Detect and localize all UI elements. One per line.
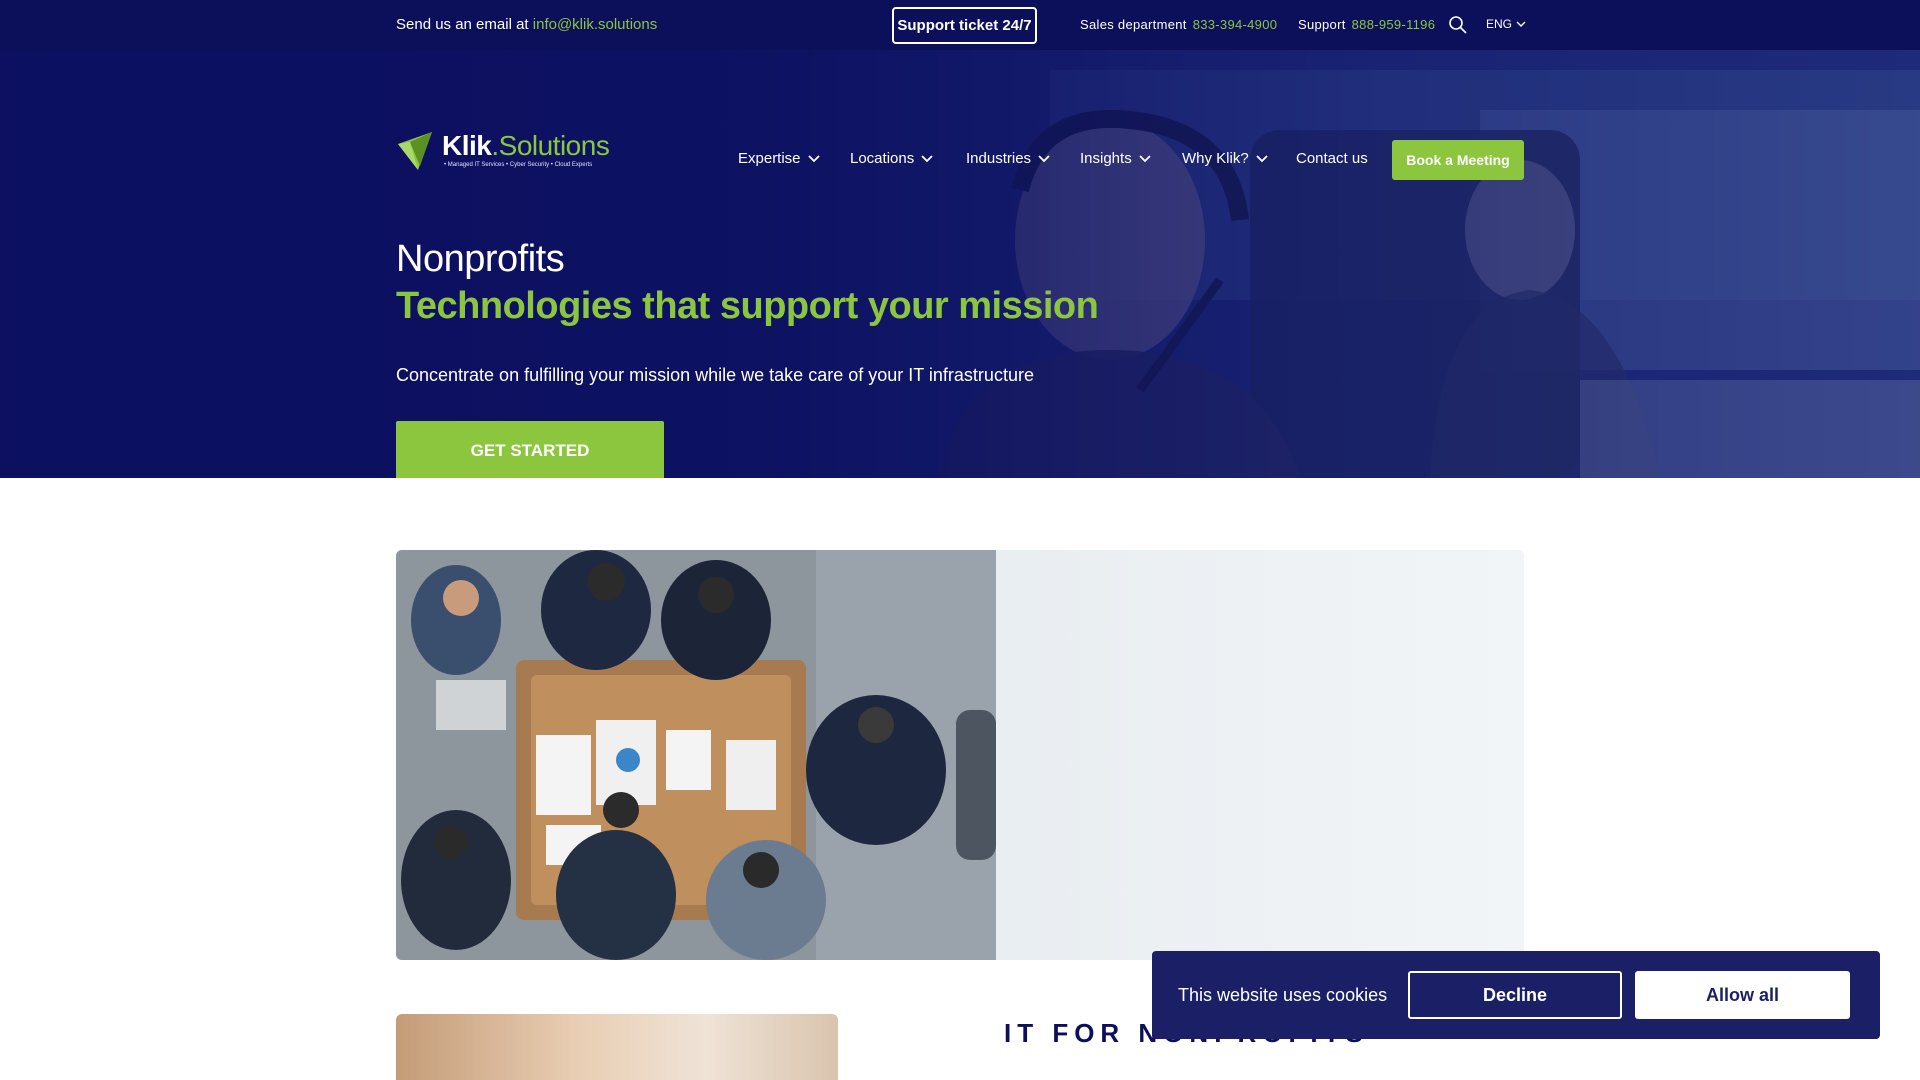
nav-contact-us[interactable]: Contact us xyxy=(1296,150,1368,167)
chevron-down-icon xyxy=(1038,155,1050,163)
chevron-down-icon xyxy=(921,155,933,163)
decline-cookies-button[interactable]: Decline xyxy=(1408,971,1622,1019)
email-prefix: Send us an email at xyxy=(396,16,529,33)
cookie-message: This website uses cookies xyxy=(1178,985,1388,1005)
support-contact: Support 888-959-1196 xyxy=(1298,17,1435,32)
nav-insights[interactable]: Insights xyxy=(1080,150,1152,167)
sales-phone-link[interactable]: 833-394-4900 xyxy=(1193,17,1278,32)
nav-label: Insights xyxy=(1080,150,1132,167)
get-started-button[interactable]: GET STARTED xyxy=(396,421,664,478)
chevron-down-icon xyxy=(1256,155,1268,163)
meeting-photo xyxy=(396,550,1524,960)
search-icon[interactable] xyxy=(1448,15,1468,35)
chevron-down-icon xyxy=(807,155,820,163)
logo-wordmark: Klik.Solutions xyxy=(442,130,610,161)
nav-label: Why Klik? xyxy=(1182,150,1249,167)
hero-section: Klik.Solutions • Managed IT Services • C… xyxy=(0,50,1920,478)
hero-description: Concentrate on fulfilling your mission w… xyxy=(396,365,1034,385)
page-subtitle: Technologies that support your mission xyxy=(396,285,1099,327)
support-ticket-button[interactable]: Support ticket 24/7 xyxy=(892,7,1037,44)
language-label: ENG xyxy=(1486,17,1513,31)
support-label: Support xyxy=(1298,17,1346,32)
nav-industries[interactable]: Industries xyxy=(966,150,1051,167)
logo[interactable]: Klik.Solutions • Managed IT Services • C… xyxy=(396,130,616,172)
nav-why-klik[interactable]: Why Klik? xyxy=(1182,150,1269,167)
hero-overlay xyxy=(0,50,1920,478)
top-bar: Send us an email at info@klik.solutions … xyxy=(0,0,1920,50)
nav-label: Locations xyxy=(850,150,915,167)
nav-label: Industries xyxy=(966,150,1032,167)
language-selector[interactable]: ENG xyxy=(1486,17,1526,31)
chevron-down-icon xyxy=(1516,21,1526,27)
book-meeting-button[interactable]: Book a Meeting xyxy=(1392,140,1524,180)
email-notice: Send us an email at info@klik.solutions xyxy=(396,16,657,33)
nav-label: Expertise xyxy=(738,150,801,167)
support-phone-link[interactable]: 888-959-1196 xyxy=(1352,17,1436,32)
nav-label: Contact us xyxy=(1296,150,1368,167)
handshake-photo xyxy=(396,1014,838,1080)
logo-mark-icon xyxy=(398,132,432,170)
cookie-banner: This website uses cookies Decline Allow … xyxy=(1152,951,1880,1039)
logo-tagline: • Managed IT Services • Cyber Security •… xyxy=(444,162,593,168)
page-title: Nonprofits xyxy=(396,238,565,280)
chevron-down-icon xyxy=(1139,155,1151,163)
nav-expertise[interactable]: Expertise xyxy=(738,150,821,167)
sales-contact: Sales department 833-394-4900 xyxy=(1080,17,1277,32)
allow-all-cookies-button[interactable]: Allow all xyxy=(1635,971,1850,1019)
email-link[interactable]: info@klik.solutions xyxy=(533,16,657,33)
nav-locations[interactable]: Locations xyxy=(850,150,934,167)
sales-label: Sales department xyxy=(1080,17,1187,32)
